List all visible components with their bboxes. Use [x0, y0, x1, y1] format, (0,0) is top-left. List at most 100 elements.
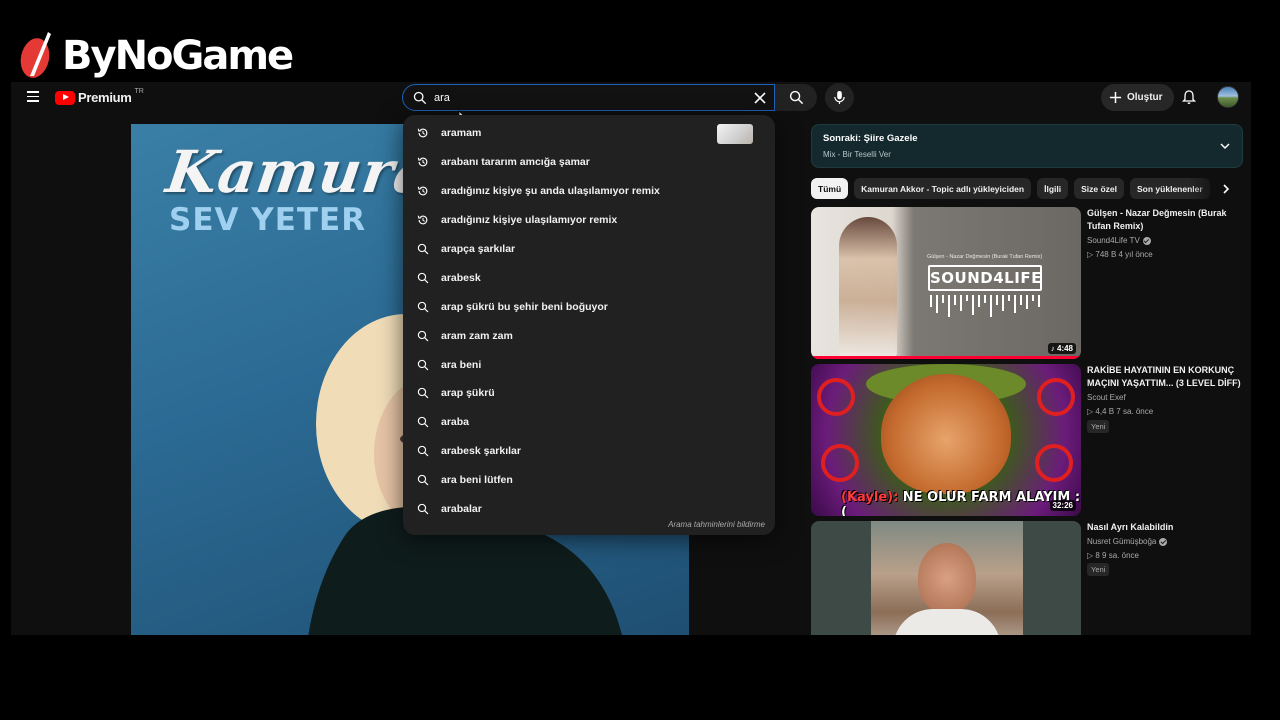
video-channel[interactable]: Sound4Life TV	[1087, 236, 1151, 245]
search-icon	[417, 388, 429, 399]
video-title[interactable]: Nasıl Ayrı Kalabildin	[1087, 521, 1243, 534]
new-badge: Yeni	[1087, 563, 1110, 576]
recommended-video[interactable]: Gülşen - Nazar Değmesin (Burak Tufan Rem…	[811, 207, 1243, 359]
bynogame-logo-icon	[20, 32, 51, 78]
create-button[interactable]: Oluştur	[1101, 84, 1174, 111]
voice-search-button[interactable]	[825, 83, 854, 112]
video-channel[interactable]: Scout Exef	[1087, 393, 1126, 402]
suggestion-item[interactable]: aradığınız kişiye şu anda ulaşılamıyor r…	[403, 177, 775, 206]
menu-icon[interactable]	[23, 88, 43, 108]
search-button[interactable]	[775, 84, 817, 111]
thumbnail-figure	[839, 217, 897, 357]
suggestion-item[interactable]: arabanı tararım amcığa şamar	[403, 148, 775, 177]
history-icon	[417, 186, 428, 196]
search-box	[402, 84, 775, 111]
search-icon	[417, 330, 429, 342]
video-thumbnail[interactable]	[811, 521, 1081, 635]
chip-for-you[interactable]: Size özel	[1074, 178, 1125, 199]
suggestion-text: aradığınız kişiye şu anda ulaşılamıyor r…	[441, 185, 660, 198]
suggestion-item[interactable]: arap şükrü	[403, 379, 775, 408]
video-title[interactable]: Gülşen - Nazar Değmesin (Burak Tufan Rem…	[1087, 207, 1243, 233]
suggestion-text: arap şükrü bu şehir beni boğuyor	[441, 300, 608, 313]
cover-title-text: SEV YETER	[169, 202, 367, 238]
search-input[interactable]	[434, 91, 734, 104]
suggestion-text: ara beni lütfen	[441, 474, 513, 487]
chevron-down-icon[interactable]	[1218, 139, 1232, 153]
chevron-right-icon[interactable]	[1219, 182, 1233, 196]
clear-search-icon[interactable]	[752, 90, 768, 106]
up-next-subtitle: Mix - Bir Teselli Ver	[823, 150, 891, 159]
search-icon	[417, 272, 429, 284]
channel-name: Nusret Gümüşboğa	[1087, 537, 1157, 546]
create-label: Oluştur	[1127, 92, 1163, 103]
search-icon	[417, 359, 429, 370]
suggestion-item[interactable]: araba	[403, 408, 775, 437]
filter-chips: Tümü Kamuran Akkor - Topic adlı yükleyic…	[811, 178, 1243, 200]
suggestion-item[interactable]: aradığınız kişiye ulaşılamıyor remix	[403, 206, 775, 235]
chip-related[interactable]: İlgili	[1037, 178, 1069, 199]
video-meta: ▷ 748 B 4 yıl önce	[1087, 250, 1153, 259]
microphone-icon	[834, 91, 845, 104]
video-meta: ▷ 4,4 B 7 sa. önce	[1087, 407, 1154, 416]
suggestion-text: arabesk şarkılar	[441, 445, 521, 458]
thumbnail-face	[918, 543, 976, 613]
suggestion-text: aradığınız kişiye ulaşılamıyor remix	[441, 214, 618, 227]
logo-text: Premium	[78, 90, 132, 105]
watch-progress-bar	[811, 356, 1081, 359]
search-suggestions: aramam arabanı tararım amcığa şamar aradığ…	[403, 115, 775, 535]
chips-fade	[1189, 176, 1245, 201]
avatar[interactable]	[1217, 86, 1239, 108]
suggestion-item[interactable]: arabesk şarkılar	[403, 437, 775, 466]
watermark-logo: ByNoGame	[18, 30, 294, 82]
suggestion-item[interactable]: arabesk	[403, 263, 775, 292]
thumbnail-banner-champion: (Kayle):	[841, 490, 899, 505]
video-title[interactable]: RAKİBE HAYATININ EN KORKUNÇ MAÇINI YAŞAT…	[1087, 364, 1243, 390]
chip-all[interactable]: Tümü	[811, 178, 849, 199]
suggestion-item[interactable]: arap şükrü bu şehir beni boğuyor	[403, 292, 775, 321]
search-icon	[417, 417, 429, 428]
suggestion-text: arap şükrü	[441, 387, 495, 400]
plus-icon	[1109, 91, 1122, 104]
suggestion-text: ara beni	[441, 358, 482, 371]
history-icon	[417, 215, 428, 225]
cover-artist-text: Kamura	[162, 138, 438, 206]
report-predictions-link[interactable]: Arama tahminlerini bildirme	[668, 520, 765, 529]
youtube-premium-logo[interactable]: Premium TR	[55, 88, 144, 105]
no-sign-icon	[1035, 444, 1073, 482]
suggestion-item[interactable]: aramam	[403, 119, 775, 148]
channel-name: Scout Exef	[1087, 393, 1126, 402]
suggestion-text: araba	[441, 416, 470, 429]
up-next-title: Sonraki: Şiire Gazele	[823, 133, 918, 144]
suggestion-text: arapça şarkılar	[441, 243, 516, 255]
logo-country-code: TR	[134, 88, 144, 95]
no-sign-icon	[1037, 378, 1075, 416]
search-icon	[417, 446, 429, 457]
notifications-bell-icon[interactable]	[1181, 89, 1197, 105]
new-badge: Yeni	[1087, 420, 1110, 433]
video-duration: ♪ 4:48	[1047, 343, 1076, 354]
chip-topic-uploader[interactable]: Kamuran Akkor - Topic adlı yükleyiciden	[854, 178, 1032, 199]
thumbnail-logo: SOUND4LIFE	[928, 265, 1042, 291]
verified-icon	[1159, 537, 1168, 546]
video-thumbnail[interactable]: Gülşen - Nazar Değmesin (Burak Tufan Rem…	[811, 207, 1081, 359]
search-icon	[417, 474, 429, 486]
video-meta: ▷ 8 9 sa. önce	[1087, 551, 1139, 560]
video-thumbnail[interactable]: (Kayle): NE OLUR FARM ALAYIM :( 32:26	[811, 364, 1081, 516]
recommended-video[interactable]: Nasıl Ayrı Kalabildin Nusret Gümüşboğa ▷…	[811, 521, 1243, 635]
suggestion-item[interactable]: arapça şarkılar	[403, 235, 775, 264]
suggestion-item[interactable]: ara beni lütfen	[403, 466, 775, 495]
video-channel[interactable]: Nusret Gümüşboğa	[1087, 537, 1168, 546]
search-icon	[789, 90, 803, 105]
thumbnail-character	[881, 374, 1011, 494]
no-sign-icon	[817, 378, 855, 416]
search-icon	[417, 301, 429, 313]
suggestion-item[interactable]: aram zam zam	[403, 321, 775, 350]
youtube-app: Premium TR Oluştur Kamura SEV YETER Son	[11, 82, 1251, 635]
waveform-icon	[930, 295, 1040, 317]
youtube-play-icon	[55, 90, 75, 105]
recommended-video[interactable]: (Kayle): NE OLUR FARM ALAYIM :( 32:26 RA…	[811, 364, 1243, 516]
channel-name: Sound4Life TV	[1087, 236, 1140, 245]
history-icon	[417, 129, 428, 138]
suggestion-item[interactable]: ara beni	[403, 350, 775, 379]
up-next-panel[interactable]: Sonraki: Şiire Gazele Mix - Bir Teselli …	[811, 124, 1243, 168]
